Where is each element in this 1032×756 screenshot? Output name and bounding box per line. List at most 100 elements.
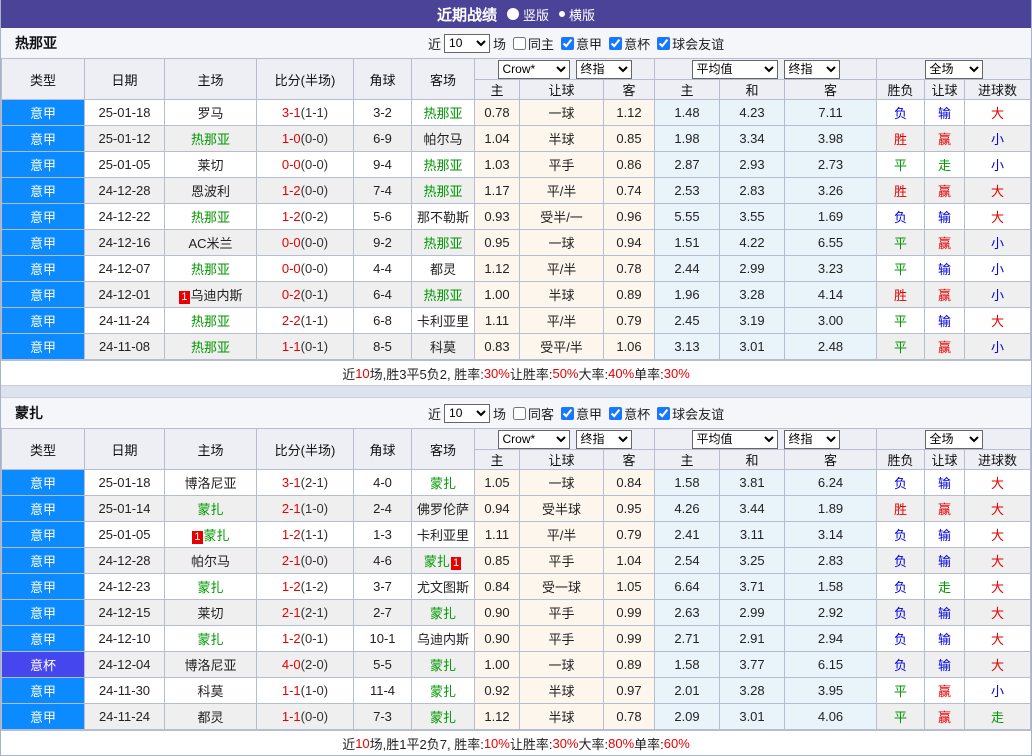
odds-home-cell: 0.93 — [474, 203, 520, 230]
home-team-cell: 热那亚 — [164, 203, 257, 230]
team-name: 热那亚 — [423, 106, 463, 121]
date-cell: 24-12-28 — [84, 547, 165, 574]
handicap-cell: 平/半 — [519, 521, 604, 548]
summary-text: 30% — [663, 365, 690, 381]
result-cell: 负 — [876, 521, 926, 548]
summary-text: 单率: — [634, 366, 664, 382]
result-cell: 平 — [876, 703, 926, 730]
avg-away-cell: 3.00 — [783, 307, 878, 334]
handicap-result-cell: 走 — [924, 573, 966, 600]
home-team-cell: AC米兰 — [164, 229, 257, 256]
home-team-cell: 热那亚 — [164, 307, 257, 334]
avg-draw-cell: 3.19 — [719, 307, 785, 334]
final-odds-select-2[interactable]: 终指 — [783, 429, 840, 449]
summary-text: 大率: — [578, 366, 609, 382]
avg-draw-cell: 3.44 — [719, 495, 785, 522]
score-cell: 0-2(0-1) — [256, 281, 354, 308]
radio-vertical-layout[interactable]: 竖版 — [506, 5, 549, 24]
col-result: 胜负 — [876, 79, 926, 100]
match-count-select[interactable]: 10 — [444, 33, 491, 53]
club-friendly-filter[interactable]: 球会友谊 — [653, 34, 724, 53]
col-avg-away: 客 — [783, 79, 878, 100]
col-avg-home: 主 — [654, 79, 720, 100]
average-select[interactable]: 平均值 — [691, 59, 778, 79]
handicap-cell: 一球 — [519, 99, 604, 126]
bookmaker-group-header: Crow* 终指 — [474, 428, 655, 450]
match-type-cell: 意甲 — [1, 625, 85, 652]
serie-a-checkbox[interactable] — [561, 36, 575, 50]
home-team-cell: 莱切 — [164, 151, 257, 178]
avg-home-cell: 3.13 — [654, 333, 720, 360]
col-avg-draw: 和 — [719, 79, 785, 100]
match-type-cell: 意甲 — [1, 307, 85, 334]
match-type-cell: 意甲 — [1, 469, 85, 496]
away-team-cell: 都灵 — [411, 255, 475, 282]
coppa-italia-filter[interactable]: 意杯 — [605, 34, 650, 53]
avg-away-cell: 3.95 — [783, 677, 878, 704]
same-home-checkbox[interactable] — [513, 36, 527, 50]
serie-a-filter[interactable]: 意甲 — [557, 34, 602, 53]
bookmaker-select[interactable]: Crow* — [497, 59, 570, 79]
handicap-cell: 半球 — [519, 125, 604, 152]
final-odds-select[interactable]: 终指 — [575, 59, 632, 79]
score-cell: 0-0(0-0) — [256, 151, 354, 178]
record-summary: 近 10 场,胜3平5负2, 胜率: 30% 让胜率: 50% 大率: 40% 单率: 30… — [1, 360, 1031, 385]
avg-home-cell: 1.98 — [654, 125, 720, 152]
date-cell: 24-11-24 — [84, 703, 165, 730]
avg-draw-cell: 2.99 — [719, 599, 785, 626]
avg-away-cell: 6.24 — [783, 469, 878, 496]
result-cell: 胜 — [876, 281, 926, 308]
serie-a-checkbox[interactable] — [561, 406, 575, 420]
coppa-italia-filter[interactable]: 意杯 — [605, 404, 650, 423]
avg-away-cell: 6.15 — [783, 651, 878, 678]
odds-away-cell: 0.85 — [603, 125, 655, 152]
average-select[interactable]: 平均值 — [691, 429, 778, 449]
club-friendly-checkbox[interactable] — [657, 36, 671, 50]
coppa-italia-checkbox[interactable] — [609, 36, 623, 50]
avg-draw-cell: 3.34 — [719, 125, 785, 152]
odds-home-cell: 1.11 — [474, 521, 520, 548]
avg-home-cell: 6.64 — [654, 573, 720, 600]
bookmaker-select[interactable]: Crow* — [497, 429, 570, 449]
match-type-cell: 意甲 — [1, 703, 85, 730]
goals-result-cell: 大 — [964, 99, 1031, 126]
radio-horizontal-layout[interactable]: 横版 — [559, 5, 595, 24]
match-type-cell: 意甲 — [1, 281, 85, 308]
avg-draw-cell: 4.22 — [719, 229, 785, 256]
same-away-filter[interactable]: 同客 — [509, 404, 554, 423]
odds-away-cell: 0.78 — [603, 255, 655, 282]
corner-cell: 7-4 — [353, 177, 412, 204]
summary-text: 近 — [342, 366, 356, 382]
home-team-cell: 恩波利 — [164, 177, 257, 204]
coppa-italia-checkbox[interactable] — [609, 406, 623, 420]
corner-cell: 3-2 — [353, 99, 412, 126]
away-team-cell: 热那亚 — [411, 177, 475, 204]
same-home-filter[interactable]: 同主 — [509, 34, 554, 53]
match-count-select[interactable]: 10 — [444, 403, 491, 423]
away-team-cell: 那不勒斯 — [411, 203, 475, 230]
avg-home-cell: 2.01 — [654, 677, 720, 704]
team-name: 乌迪内斯 — [190, 288, 243, 303]
team-name: 蒙扎 — [429, 710, 456, 725]
avg-away-cell: 1.58 — [783, 573, 878, 600]
result-cell: 负 — [876, 651, 926, 678]
same-away-checkbox[interactable] — [513, 406, 527, 420]
team-name: 那不勒斯 — [416, 210, 469, 225]
club-friendly-filter[interactable]: 球会友谊 — [653, 404, 724, 423]
final-odds-select-2[interactable]: 终指 — [783, 59, 840, 79]
handicap-result-cell: 赢 — [924, 703, 966, 730]
corner-cell: 6-9 — [353, 125, 412, 152]
handicap-result-cell: 赢 — [924, 125, 966, 152]
avg-away-cell: 4.14 — [783, 281, 878, 308]
scope-select[interactable]: 全场 — [924, 59, 983, 79]
serie-a-filter[interactable]: 意甲 — [557, 404, 602, 423]
scope-select[interactable]: 全场 — [924, 429, 983, 449]
club-friendly-checkbox[interactable] — [657, 406, 671, 420]
team-name: 乌迪内斯 — [416, 632, 469, 647]
team-name: 蒙扎 — [429, 476, 456, 491]
col-score: 比分(半场) — [256, 58, 354, 100]
avg-home-cell: 2.45 — [654, 307, 720, 334]
final-odds-select[interactable]: 终指 — [575, 429, 632, 449]
away-team-cell: 热那亚 — [411, 99, 475, 126]
avg-away-cell: 2.48 — [783, 333, 878, 360]
